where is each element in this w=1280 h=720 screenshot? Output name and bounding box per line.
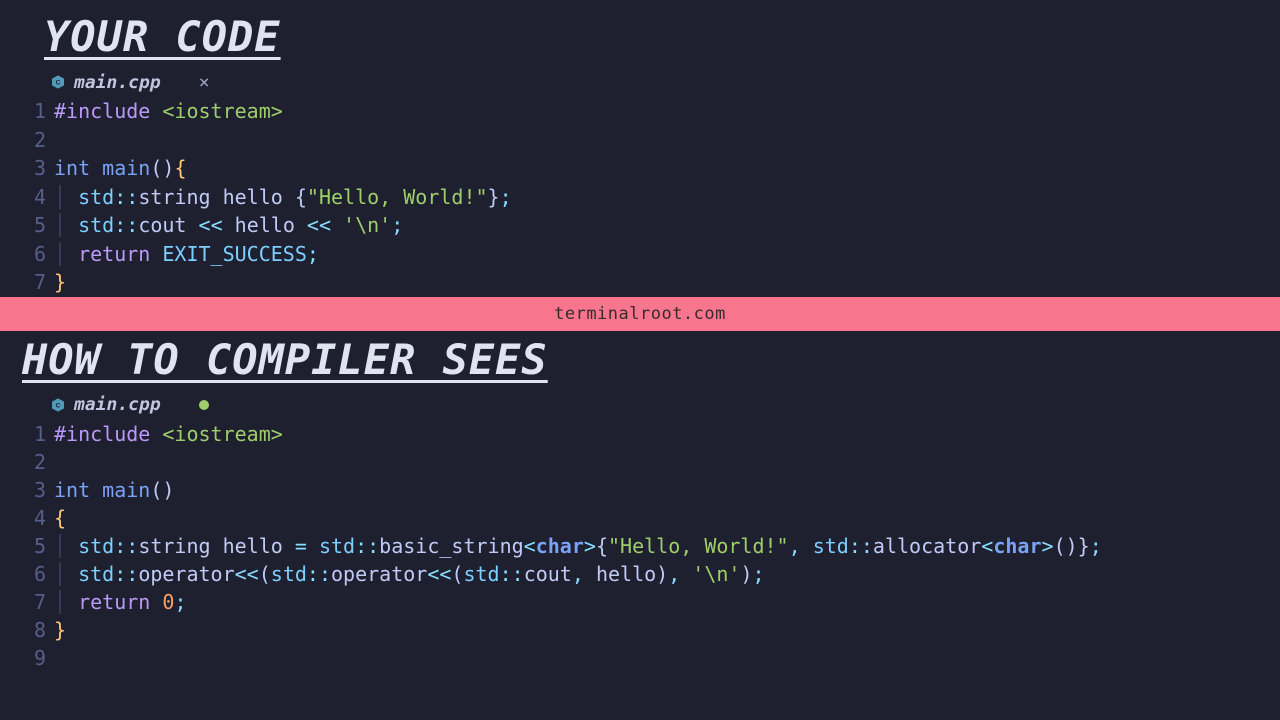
tab-filename[interactable]: main.cpp [74, 394, 161, 415]
code-line: 5│ std::cout << hello << '\n'; [18, 211, 1280, 240]
line-number: 4 [18, 183, 46, 212]
code-line: 2 [18, 448, 1280, 476]
code-line: 3int main(){ [18, 154, 1280, 183]
code-your-code: 1#include <iostream> 2 3int main(){ 4│ s… [0, 97, 1280, 297]
code-line: 3int main() [18, 476, 1280, 504]
line-number: 3 [18, 154, 46, 183]
code-line: 2 [18, 126, 1280, 155]
line-number: 8 [18, 616, 46, 644]
code-compiler-sees: 1#include <iostream> 2 3int main() 4{ 5│… [0, 420, 1280, 672]
close-icon[interactable]: × [199, 72, 210, 93]
code-line: 7} [18, 268, 1280, 297]
line-number: 5 [18, 532, 46, 560]
line-number: 5 [18, 211, 46, 240]
code-line: 9 [18, 644, 1280, 672]
code-line: 4│ std::string hello {"Hello, World!"}; [18, 183, 1280, 212]
top-section: YOUR CODE C main.cpp × 1#include <iostre… [0, 0, 1280, 297]
tab-bar-bottom: C main.cpp [0, 390, 1280, 420]
watermark-text: terminalroot.com [554, 304, 726, 324]
code-line: 1#include <iostream> [18, 97, 1280, 126]
line-number: 6 [18, 560, 46, 588]
line-number: 7 [18, 588, 46, 616]
tab-bar-top: C main.cpp × [0, 67, 1280, 97]
line-number: 6 [18, 240, 46, 269]
heading-compiler-sees: HOW TO COMPILER SEES [0, 331, 1280, 390]
svg-text:C: C [56, 402, 61, 409]
code-line: 1#include <iostream> [18, 420, 1280, 448]
svg-text:C: C [56, 80, 61, 87]
cpp-file-icon: C [50, 397, 66, 413]
divider-banner: terminalroot.com [0, 297, 1280, 331]
line-number: 2 [18, 448, 46, 476]
code-line: 6│ std::operator<<(std::operator<<(std::… [18, 560, 1280, 588]
line-number: 1 [18, 97, 46, 126]
modified-dot-icon [199, 400, 209, 410]
line-number: 7 [18, 268, 46, 297]
line-number: 2 [18, 126, 46, 155]
cpp-file-icon: C [50, 74, 66, 90]
code-line: 6│ return EXIT_SUCCESS; [18, 240, 1280, 269]
tab-filename[interactable]: main.cpp [74, 72, 161, 93]
line-number: 9 [18, 644, 46, 672]
bottom-section: HOW TO COMPILER SEES C main.cpp 1#includ… [0, 331, 1280, 672]
line-number: 4 [18, 504, 46, 532]
code-line: 4{ [18, 504, 1280, 532]
heading-your-code: YOUR CODE [0, 0, 1280, 67]
line-number: 1 [18, 420, 46, 448]
code-line: 5│ std::string hello = std::basic_string… [18, 532, 1280, 560]
line-number: 3 [18, 476, 46, 504]
code-line: 7│ return 0; [18, 588, 1280, 616]
code-line: 8} [18, 616, 1280, 644]
